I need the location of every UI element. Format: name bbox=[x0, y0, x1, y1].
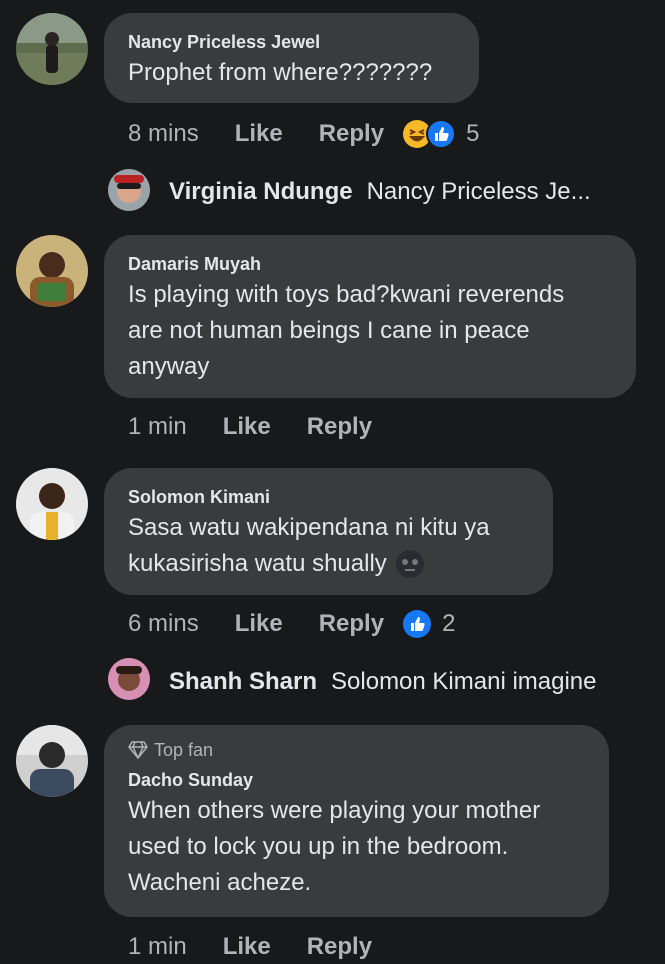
diamond-icon bbox=[128, 741, 148, 759]
reaction-count: 2 bbox=[442, 610, 456, 637]
like-button[interactable]: Like bbox=[223, 933, 271, 961]
reply-button[interactable]: Reply bbox=[307, 413, 372, 441]
reply-preview[interactable]: Virginia Ndunge Nancy Priceless Je... bbox=[169, 175, 591, 209]
like-button[interactable]: Like bbox=[235, 610, 283, 638]
reply-preview[interactable]: Shanh Sharn Solomon Kimani imagine bbox=[169, 665, 597, 699]
like-button[interactable]: Like bbox=[235, 120, 283, 148]
comment-text-line: kukasirisha watu shually bbox=[128, 546, 529, 582]
comment-actions: 1 min Like Reply bbox=[128, 930, 408, 964]
comment-actions: 8 mins Like Reply 5 bbox=[128, 117, 479, 151]
comment-time[interactable]: 1 min bbox=[128, 933, 187, 961]
comment-bubble: Top fan Dacho Sunday When others were pl… bbox=[104, 725, 609, 917]
avatar[interactable] bbox=[16, 725, 88, 797]
like-button[interactable]: Like bbox=[223, 413, 271, 441]
reply-author[interactable]: Shanh Sharn bbox=[169, 668, 317, 696]
comment-time[interactable]: 1 min bbox=[128, 413, 187, 441]
comment-bubble: Nancy Priceless Jewel Prophet from where… bbox=[104, 13, 479, 103]
comment-text-span: kukasirisha watu shually bbox=[128, 550, 387, 577]
comment-text-line: used to lock you up in the bedroom. bbox=[128, 833, 509, 860]
top-fan-label: Top fan bbox=[154, 740, 214, 760]
avatar[interactable] bbox=[108, 169, 150, 211]
reply-text: Solomon Kimani imagine bbox=[331, 668, 597, 695]
reply-text: Nancy Priceless Je... bbox=[366, 178, 591, 205]
comment-text-line: When others were playing your mother bbox=[128, 797, 541, 824]
reaction-count: 5 bbox=[466, 120, 480, 147]
comment-author[interactable]: Dacho Sunday bbox=[128, 769, 585, 791]
comment-bubble: Damaris Muyah Is playing with toys bad?k… bbox=[104, 235, 636, 398]
reactions[interactable]: 5 bbox=[402, 119, 479, 149]
like-icon bbox=[426, 119, 457, 149]
reply-button[interactable]: Reply bbox=[319, 120, 384, 148]
comment-text-line: anyway bbox=[128, 353, 210, 380]
comment-actions: 6 mins Like Reply 2 bbox=[128, 607, 455, 641]
comment-author[interactable]: Nancy Priceless Jewel bbox=[128, 31, 455, 53]
avatar[interactable] bbox=[108, 658, 150, 700]
avatar[interactable] bbox=[16, 235, 88, 307]
avatar[interactable] bbox=[16, 468, 88, 540]
comment-author[interactable]: Solomon Kimani bbox=[128, 486, 529, 508]
comment-time[interactable]: 8 mins bbox=[128, 120, 199, 148]
reactions[interactable]: 2 bbox=[402, 609, 455, 639]
comment-text-line: Sasa watu wakipendana ni kitu ya bbox=[128, 514, 490, 541]
reply-button[interactable]: Reply bbox=[319, 610, 384, 638]
comment-text-line: Is playing with toys bad?kwani reverends bbox=[128, 281, 565, 308]
comment-actions: 1 min Like Reply bbox=[128, 410, 408, 444]
top-fan-badge: Top fan bbox=[128, 739, 585, 761]
comment-text-line: are not human beings I cane in peace bbox=[128, 317, 530, 344]
emoji-icon bbox=[395, 550, 424, 578]
reply-author[interactable]: Virginia Ndunge bbox=[169, 178, 353, 206]
like-icon bbox=[403, 610, 432, 638]
avatar[interactable] bbox=[16, 13, 88, 85]
comment-author[interactable]: Damaris Muyah bbox=[128, 253, 612, 275]
comment-time[interactable]: 6 mins bbox=[128, 610, 199, 638]
comment-text: Prophet from where??????? bbox=[128, 59, 433, 86]
reply-button[interactable]: Reply bbox=[307, 933, 372, 961]
comment-text-line: Wacheni acheze. bbox=[128, 869, 312, 896]
comment-bubble: Solomon Kimani Sasa watu wakipendana ni … bbox=[104, 468, 553, 595]
